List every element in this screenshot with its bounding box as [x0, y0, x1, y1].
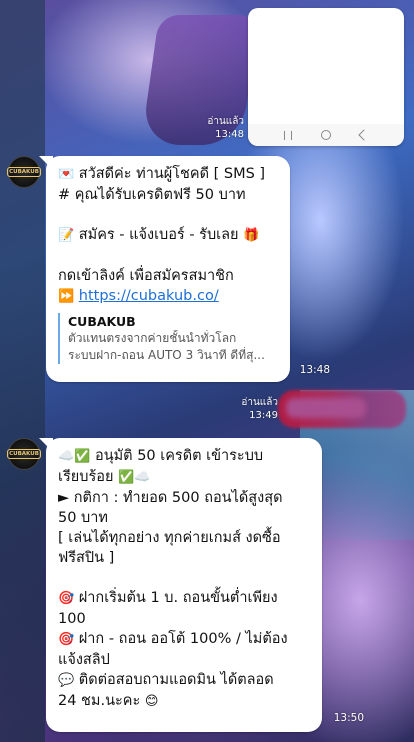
message-text: แจ้งสลิป	[58, 652, 110, 668]
link-preview-title: CUBAKUB	[68, 314, 136, 329]
cloud-check-icon: ☁️✅	[58, 449, 91, 464]
speech-bubble-icon: 💬	[58, 673, 75, 688]
fast-forward-icon: ⏩	[58, 289, 75, 304]
message-text: ► กติกา : ทำยอด 500 ถอนได้สูงสุด	[58, 490, 283, 506]
read-status: อ่านแล้ว	[207, 116, 244, 127]
message-text: ติดต่อสอบถามแอดมิน ได้ตลอด	[78, 672, 274, 688]
message-meta: อ่านแล้ว 13:49	[228, 396, 278, 422]
back-icon	[357, 129, 370, 141]
message-text: 50 บาท	[58, 510, 108, 526]
message-text: ฟรีสปิน ]	[58, 550, 115, 566]
smile-icon: 😊	[144, 694, 159, 709]
message-time: 13:49	[249, 410, 278, 421]
message-text: ฝากเริ่มต้น 1 บ. ถอนขั้นต่ำเพียง	[78, 590, 278, 606]
home-icon	[320, 130, 331, 140]
message-time: 13:48	[215, 129, 244, 140]
message-text: เรียบร้อย	[58, 469, 114, 485]
incoming-message[interactable]: ☁️✅ อนุมัติ 50 เครดิต เข้าระบบ เรียบร้อย…	[39, 438, 364, 732]
message-text: สวัสดีค่ะ ท่านผู้โชคดี [ SMS ]	[78, 166, 266, 182]
message-meta: อ่านแล้ว 13:48	[198, 115, 244, 141]
avatar[interactable]: CUBAKUB	[7, 438, 41, 470]
message-text: สมัคร - แจ้งเบอร์ - รับเลย	[78, 227, 239, 243]
love-letter-icon: 💌	[58, 167, 75, 182]
link-preview[interactable]: CUBAKUB ตัวแทนตรงจากค่ายชั้นนำทั่วโลก ระ…	[58, 313, 278, 364]
wallpaper-shape	[0, 0, 45, 742]
link-preview-description: ตัวแทนตรงจากค่ายชั้นนำทั่วโลก	[68, 331, 237, 345]
check-cloud-icon: ✅☁️	[118, 470, 151, 485]
avatar-logo: CUBAKUB	[7, 167, 41, 177]
message-text: 24 ชม.นะคะ	[58, 693, 141, 709]
image-message[interactable]	[248, 8, 404, 146]
gift-icon: 🎁	[243, 228, 260, 243]
image-navbar	[248, 124, 404, 146]
message-text: 100	[58, 611, 86, 627]
link-preview-description: ระบบฝาก-ถอน AUTO 3 วินาที ดีที่สุ...	[68, 348, 265, 362]
target-icon: 🎯	[58, 632, 75, 647]
incoming-message[interactable]: 💌 สวัสดีค่ะ ท่านผู้โชคดี [ SMS ] # คุณได…	[39, 156, 330, 382]
message-link[interactable]: https://cubakub.co/	[79, 288, 219, 304]
message-text: กดเข้าลิงค์ เพื่อสมัครสมาชิก	[58, 268, 234, 284]
message-time: 13:50	[333, 712, 364, 724]
read-status: อ่านแล้ว	[241, 397, 278, 408]
redacted-content	[286, 398, 366, 418]
target-icon: 🎯	[58, 591, 75, 606]
recent-apps-icon	[284, 130, 293, 140]
avatar[interactable]: CUBAKUB	[7, 156, 41, 188]
message-text: ฝาก - ถอน ออโต้ 100% / ไม่ต้อง	[78, 631, 288, 647]
message-text: # คุณได้รับเครดิตฟรี 50 บาท	[58, 187, 246, 203]
memo-icon: 📝	[58, 228, 75, 243]
message-time: 13:48	[299, 364, 330, 376]
message-text: [ เล่นได้ทุกอย่าง ทุกค่ายเกมส์ งดซื้อ	[58, 530, 281, 546]
avatar-logo: CUBAKUB	[7, 449, 41, 459]
message-text: อนุมัติ 50 เครดิต เข้าระบบ	[94, 448, 264, 464]
